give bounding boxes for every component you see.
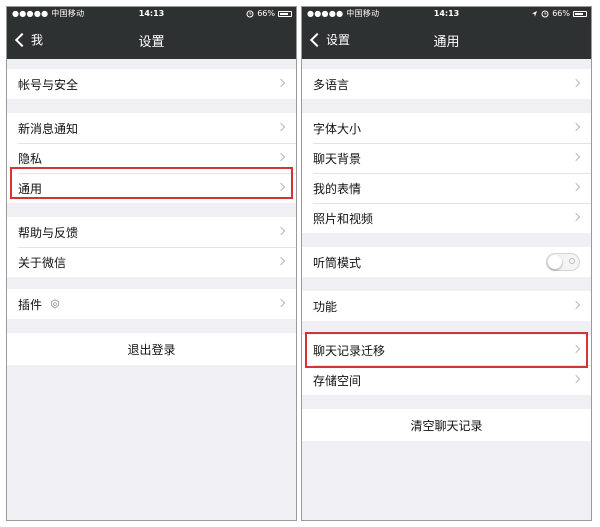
settings-group-account: 帐号与安全 xyxy=(7,69,296,99)
account-security-item[interactable]: 帐号与安全 xyxy=(7,69,296,99)
chevron-right-icon xyxy=(276,298,286,308)
my-stickers-item[interactable]: 我的表情 xyxy=(302,173,591,203)
my-stickers-label: 我的表情 xyxy=(313,181,362,196)
plugin-shield-icon xyxy=(50,299,60,309)
chevron-right-icon xyxy=(571,300,581,310)
earpiece-mode-item: 听筒模式 xyxy=(302,247,591,277)
chevron-right-icon xyxy=(571,122,581,132)
photos-videos-item[interactable]: 照片和视频 xyxy=(302,203,591,233)
privacy-label: 隐私 xyxy=(18,151,43,166)
chevron-right-icon xyxy=(571,374,581,384)
chevron-right-icon xyxy=(276,78,286,88)
storage-label: 存储空间 xyxy=(313,373,362,388)
status-right: 66% xyxy=(246,7,292,21)
chevron-right-icon xyxy=(571,344,581,354)
privacy-item[interactable]: 隐私 xyxy=(7,143,296,173)
general-settings-screen: ●●●●● 中国移动 14:13 66% 设置 通用 多语言 字体大小 聊天背景… xyxy=(301,6,592,521)
chevron-right-icon xyxy=(571,212,581,222)
clear-chat-history-label: 清空聊天记录 xyxy=(410,418,483,433)
settings-group-plugins: 插件 xyxy=(7,289,296,319)
status-bar: ●●●●● 中国移动 14:13 66% xyxy=(302,7,591,21)
page-title: 设置 xyxy=(138,35,165,50)
earpiece-mode-toggle[interactable] xyxy=(546,253,580,271)
photos-videos-label: 照片和视频 xyxy=(313,211,374,226)
new-message-notification-item[interactable]: 新消息通知 xyxy=(7,113,296,143)
notification-label: 新消息通知 xyxy=(18,121,79,136)
chevron-right-icon xyxy=(276,226,286,236)
language-item[interactable]: 多语言 xyxy=(302,69,591,99)
status-right: 66% xyxy=(531,7,587,21)
clear-chat-history-button[interactable]: 清空聊天记录 xyxy=(302,409,591,441)
account-security-label: 帐号与安全 xyxy=(18,77,79,92)
logout-button[interactable]: 退出登录 xyxy=(7,333,296,365)
font-size-item[interactable]: 字体大小 xyxy=(302,113,591,143)
help-feedback-label: 帮助与反馈 xyxy=(18,225,79,240)
chevron-right-icon xyxy=(276,256,286,266)
chevron-right-icon xyxy=(571,152,581,162)
toggle-off-icon xyxy=(569,258,575,264)
general-item[interactable]: 通用 xyxy=(7,173,296,203)
earpiece-group: 听筒模式 xyxy=(302,247,591,277)
chat-data-group: 聊天记录迁移 存储空间 xyxy=(302,335,591,395)
nav-bar: 我 设置 xyxy=(7,21,296,59)
plugins-item[interactable]: 插件 xyxy=(7,289,296,319)
nav-bar: 设置 通用 xyxy=(302,21,591,59)
chat-migration-label: 聊天记录迁移 xyxy=(313,343,386,358)
battery-icon xyxy=(573,11,587,17)
alarm-icon xyxy=(246,10,254,18)
location-icon xyxy=(531,10,538,18)
font-size-label: 字体大小 xyxy=(313,121,362,136)
settings-group-help: 帮助与反馈 关于微信 xyxy=(7,217,296,277)
general-label: 通用 xyxy=(18,181,43,196)
language-group: 多语言 xyxy=(302,69,591,99)
language-label: 多语言 xyxy=(313,77,350,92)
help-feedback-item[interactable]: 帮助与反馈 xyxy=(7,217,296,247)
features-group: 功能 xyxy=(302,291,591,321)
chat-background-label: 聊天背景 xyxy=(313,151,362,166)
clear-history-group: 清空聊天记录 xyxy=(302,409,591,441)
settings-screen: ●●●●● 中国移动 14:13 66% 我 设置 帐号与安全 新消息通知 隐私 xyxy=(6,6,297,521)
storage-item[interactable]: 存储空间 xyxy=(302,365,591,395)
plugins-label: 插件 xyxy=(18,297,43,312)
battery-percent: 66% xyxy=(552,9,570,18)
chevron-right-icon xyxy=(276,122,286,132)
alarm-icon xyxy=(541,10,549,18)
about-wechat-label: 关于微信 xyxy=(18,255,67,270)
chevron-right-icon xyxy=(276,152,286,162)
chat-background-item[interactable]: 聊天背景 xyxy=(302,143,591,173)
chevron-right-icon xyxy=(571,78,581,88)
chevron-right-icon xyxy=(571,182,581,192)
battery-percent: 66% xyxy=(257,9,275,18)
features-item[interactable]: 功能 xyxy=(302,291,591,321)
logout-label: 退出登录 xyxy=(127,342,176,357)
earpiece-mode-label: 听筒模式 xyxy=(313,255,362,270)
battery-icon xyxy=(278,11,292,17)
chat-migration-item[interactable]: 聊天记录迁移 xyxy=(302,335,591,365)
display-group: 字体大小 聊天背景 我的表情 照片和视频 xyxy=(302,113,591,233)
status-bar: ●●●●● 中国移动 14:13 66% xyxy=(7,7,296,21)
chevron-right-icon xyxy=(276,182,286,192)
about-wechat-item[interactable]: 关于微信 xyxy=(7,247,296,277)
logout-group: 退出登录 xyxy=(7,333,296,365)
page-title: 通用 xyxy=(433,35,460,50)
features-label: 功能 xyxy=(313,299,338,314)
toggle-knob xyxy=(548,255,562,269)
settings-group-main: 新消息通知 隐私 通用 xyxy=(7,113,296,203)
